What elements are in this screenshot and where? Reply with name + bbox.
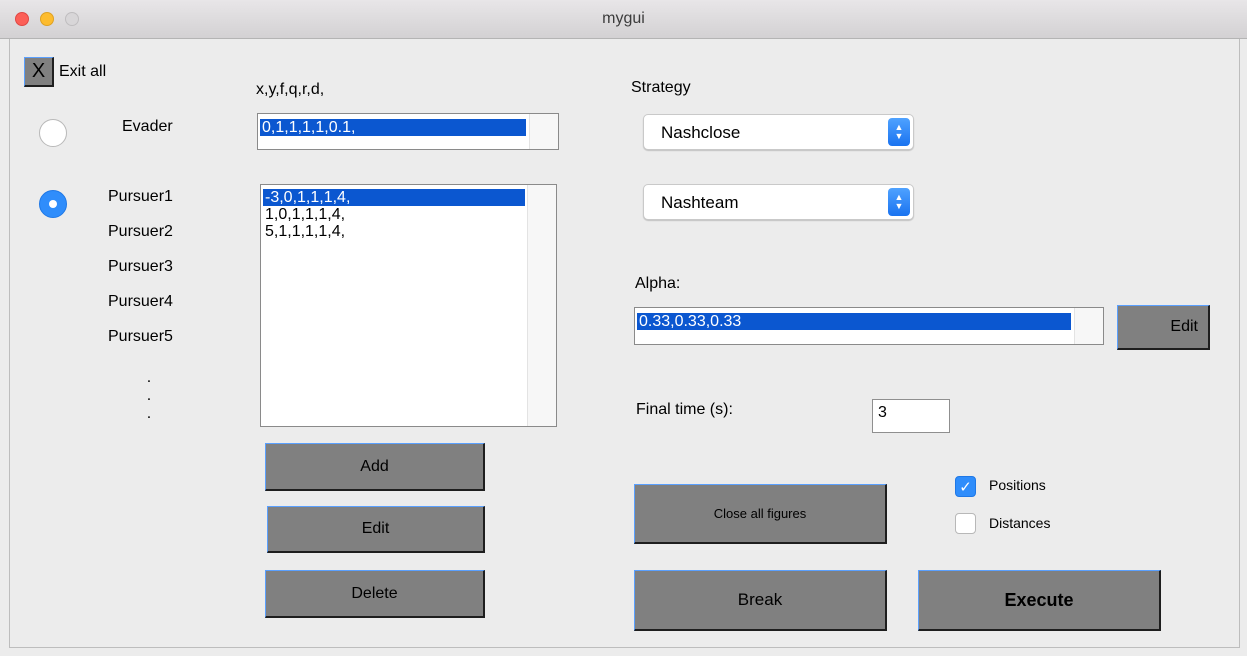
distances-checkbox[interactable] (955, 513, 976, 534)
pursuer-label-4: Pursuer4 (108, 293, 173, 310)
delete-button[interactable]: Delete (265, 570, 485, 618)
pursuer-strategy-value: Nashteam (661, 193, 739, 212)
evader-radio[interactable] (39, 119, 67, 147)
evader-strategy-value: Nashclose (661, 123, 741, 142)
distances-label: Distances (989, 515, 1051, 531)
alpha-scrollbar[interactable] (1074, 308, 1103, 344)
pursuer-list-scrollbar[interactable] (527, 185, 556, 426)
more-pursuers-indicator: . . . (144, 369, 154, 423)
main-panel: X Exit all x,y,f,q,r,d, Evader 0,1,1,1,1… (9, 39, 1240, 648)
more-dot-2: . (146, 387, 152, 404)
edit-button[interactable]: Edit (267, 506, 485, 553)
chevron-updown-icon: ▲ ▼ (888, 188, 910, 216)
strategy-label: Strategy (631, 79, 691, 96)
evader-strategy-select[interactable]: Nashclose ▲ ▼ (643, 114, 914, 150)
params-header: x,y,f,q,r,d, (256, 81, 325, 98)
pursuer-strategy-select[interactable]: Nashteam ▲ ▼ (643, 184, 914, 220)
break-button[interactable]: Break (634, 570, 887, 631)
pursuer-params-list[interactable]: -3,0,1,1,1,4, 1,0,1,1,1,4, 5,1,1,1,1,4, (260, 184, 557, 427)
more-dot-1: . (146, 369, 152, 386)
evader-params-value[interactable]: 0,1,1,1,1,0.1, (260, 119, 526, 136)
alpha-value[interactable]: 0.33,0.33,0.33 (637, 313, 1071, 330)
evader-params-box[interactable]: 0,1,1,1,1,0.1, (257, 113, 559, 150)
final-time-label: Final time (s): (636, 401, 733, 418)
pursuer-label-2: Pursuer2 (108, 223, 173, 240)
pursuer-label-3: Pursuer3 (108, 258, 173, 275)
exit-all-button[interactable]: X (24, 57, 54, 87)
pursuer-list-item[interactable]: 1,0,1,1,1,4, (263, 206, 525, 223)
alpha-box[interactable]: 0.33,0.33,0.33 (634, 307, 1104, 345)
pursuer-list-item[interactable]: -3,0,1,1,1,4, (263, 189, 525, 206)
close-all-figures-button[interactable]: Close all figures (634, 484, 887, 544)
execute-button[interactable]: Execute (918, 570, 1161, 631)
positions-label: Positions (989, 477, 1046, 493)
exit-all-label: Exit all (59, 63, 107, 80)
evader-label: Evader (122, 118, 173, 135)
add-button[interactable]: Add (265, 443, 485, 491)
chevron-updown-icon: ▲ ▼ (888, 118, 910, 146)
positions-checkbox[interactable]: ✓ (955, 476, 976, 497)
alpha-edit-button[interactable]: Edit (1117, 305, 1210, 350)
alpha-label: Alpha: (635, 275, 681, 292)
evader-params-scrollbar[interactable] (529, 114, 558, 149)
pursuer-radio[interactable] (39, 190, 67, 218)
title-bar: mygui (0, 0, 1247, 39)
pursuer-list-item[interactable]: 5,1,1,1,1,4, (263, 223, 525, 240)
final-time-input[interactable]: 3 (872, 399, 950, 433)
window-title: mygui (602, 10, 645, 27)
pursuer-label-5: Pursuer5 (108, 328, 173, 345)
more-dot-3: . (146, 405, 152, 422)
pursuer-label-1: Pursuer1 (108, 188, 173, 205)
